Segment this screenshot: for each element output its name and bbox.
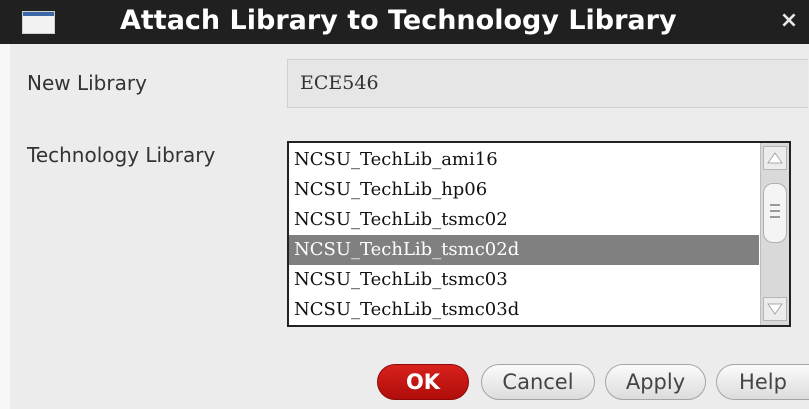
technology-library-label: Technology Library [27,143,216,167]
cancel-button[interactable]: Cancel [481,364,595,400]
list-scrollbar[interactable] [760,143,789,325]
list-item[interactable]: NCSU_TechLib_tsmc03d [289,295,759,325]
help-button[interactable]: Help [716,364,809,400]
list-item-selected[interactable]: NCSU_TechLib_tsmc02d [289,235,759,265]
new-library-field[interactable]: ECE546 [287,59,808,108]
arrow-down-icon[interactable] [763,297,787,321]
list-item[interactable]: NCSU_TechLib_hp06 [289,175,759,205]
window-title: Attach Library to Technology Library [120,5,677,36]
side-strip [0,44,10,409]
apply-button[interactable]: Apply [605,364,706,400]
scroll-thumb[interactable] [763,183,787,243]
title-bar[interactable]: Attach Library to Technology Library × [0,0,809,44]
list-item[interactable]: NCSU_TechLib_ami16 [289,145,759,175]
list-item[interactable]: NCSU_TechLib_tsmc03 [289,265,759,295]
arrow-up-icon[interactable] [763,146,787,170]
list-item[interactable]: NCSU_TechLib_tsmc02 [289,205,759,235]
technology-library-list[interactable]: NCSU_TechLib_ami16 NCSU_TechLib_hp06 NCS… [287,141,791,327]
close-icon[interactable]: × [776,6,802,36]
ok-button[interactable]: OK [377,364,469,400]
new-library-label: New Library [27,71,147,95]
window-icon[interactable] [22,11,55,34]
